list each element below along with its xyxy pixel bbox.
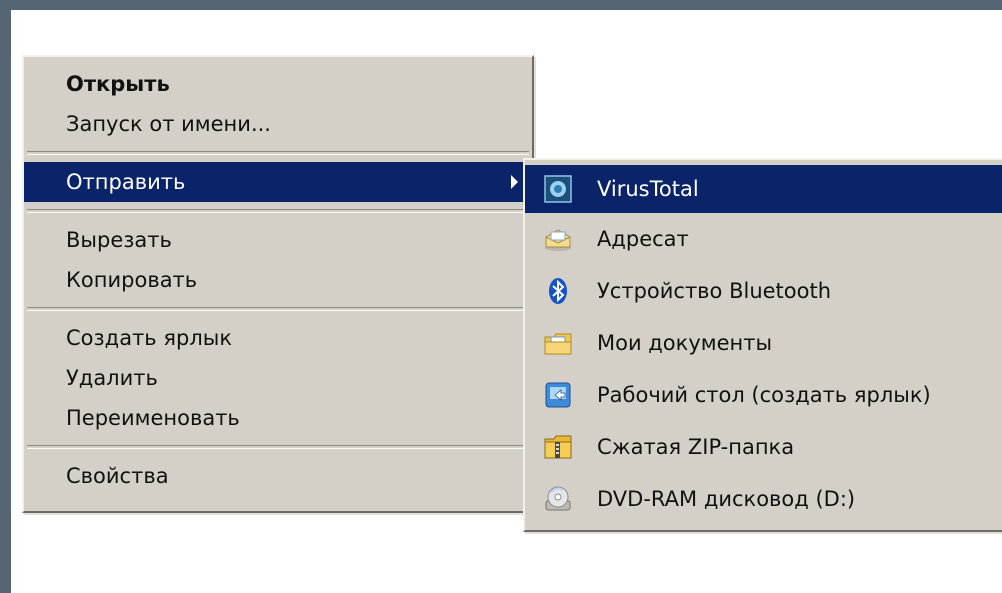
menu-separator: [27, 307, 529, 311]
submenu-item-label: VirusTotal: [597, 177, 699, 201]
submenu-item-label: Адресат: [597, 227, 689, 251]
submenu-item-label: Устройство Bluetooth: [597, 279, 832, 303]
my-documents-icon: [544, 333, 572, 355]
dvd-drive-icon: [545, 486, 571, 511]
menu-item-send-to-label: Отправить: [66, 170, 186, 194]
submenu-item-my-documents[interactable]: Мои документы: [525, 317, 1002, 369]
submenu-item-label: DVD-RAM дисковод (D:): [597, 487, 856, 511]
menu-separator: [27, 151, 529, 155]
menu-item-delete[interactable]: Удалить: [24, 358, 532, 398]
menu-item-create-shortcut[interactable]: Создать ярлык: [24, 318, 532, 358]
menu-item-rename[interactable]: Переименовать: [24, 398, 532, 438]
submenu-item-label: Сжатая ZIP-папка: [597, 435, 795, 459]
submenu-item-mail-recipient[interactable]: Адресат: [525, 213, 1002, 265]
desktop-shortcut-icon: [545, 382, 571, 408]
submenu-item-bluetooth[interactable]: Устройство Bluetooth: [525, 265, 1002, 317]
zip-folder-icon: [544, 435, 572, 459]
menu-item-copy[interactable]: Копировать: [24, 260, 532, 300]
context-menu: Открыть Запуск от имени... Отправить Выр…: [22, 55, 534, 513]
submenu-item-desktop-shortcut[interactable]: Рабочий стол (создать ярлык): [525, 369, 1002, 421]
submenu-item-zip-folder[interactable]: Сжатая ZIP-папка: [525, 421, 1002, 473]
menu-item-send-to[interactable]: Отправить: [24, 162, 532, 202]
submenu-item-virustotal[interactable]: VirusTotal: [525, 165, 1002, 213]
send-to-submenu: VirusTotal Адресат Устройство Bluetooth …: [523, 158, 1002, 532]
mail-recipient-icon: [545, 229, 571, 251]
virustotal-icon: [544, 175, 572, 203]
menu-item-run-as[interactable]: Запуск от имени...: [24, 104, 532, 144]
menu-separator: [27, 209, 529, 213]
submenu-item-label: Мои документы: [597, 331, 773, 355]
menu-item-open[interactable]: Открыть: [24, 64, 532, 104]
menu-item-properties[interactable]: Свойства: [24, 456, 532, 496]
submenu-item-dvd-drive[interactable]: DVD-RAM дисковод (D:): [525, 473, 1002, 525]
bluetooth-icon: [549, 278, 567, 304]
menu-separator: [27, 445, 529, 449]
submenu-item-label: Рабочий стол (создать ярлык): [597, 383, 931, 407]
submenu-arrow-icon: [511, 175, 518, 189]
menu-item-cut[interactable]: Вырезать: [24, 220, 532, 260]
